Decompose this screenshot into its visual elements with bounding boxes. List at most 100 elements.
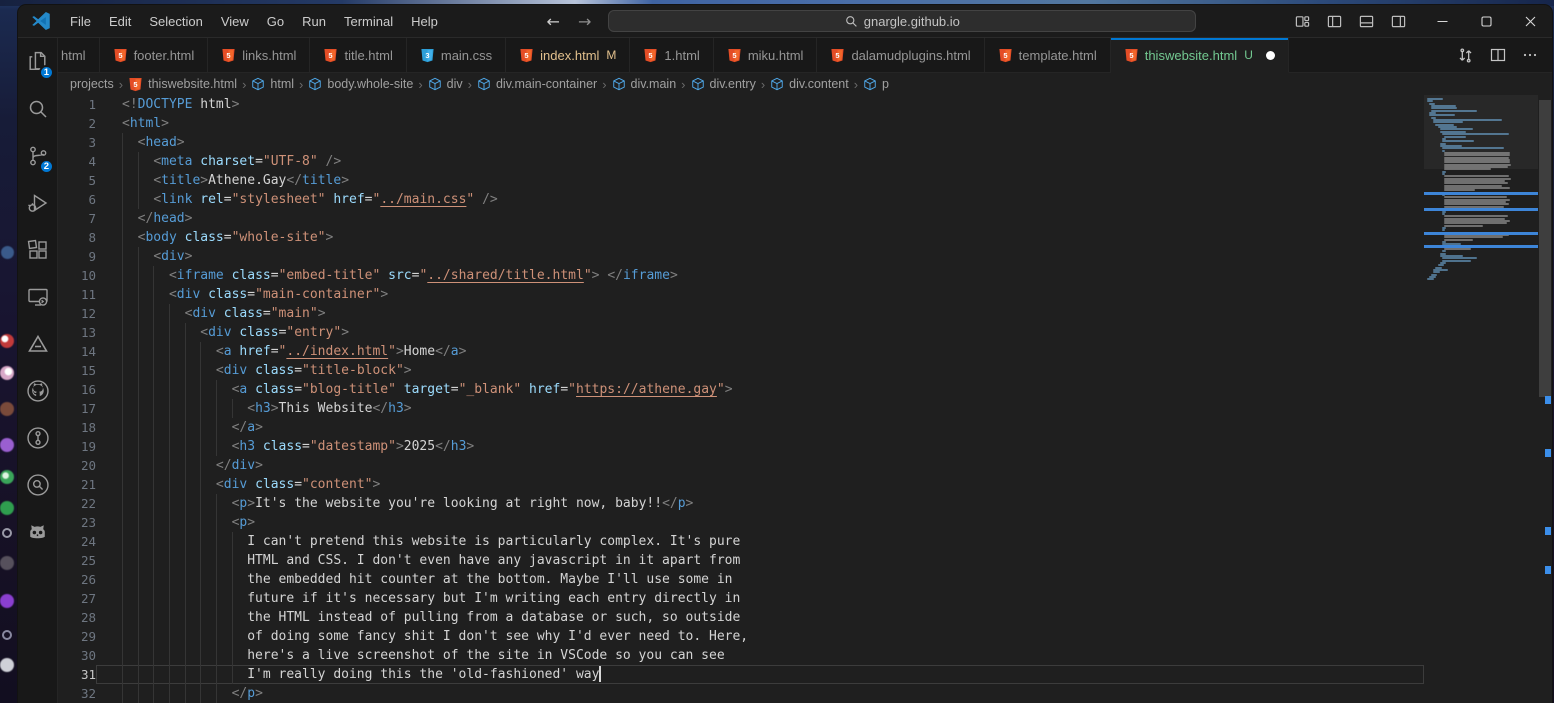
- breadcrumb-item-div.main[interactable]: div.main: [610, 77, 679, 91]
- tab-links.html[interactable]: 5links.html: [208, 38, 310, 72]
- tab-html[interactable]: html: [58, 38, 100, 72]
- editor-scrollbar: [1538, 95, 1552, 703]
- breadcrumb-item-html[interactable]: html: [249, 77, 296, 91]
- command-center-search[interactable]: gnargle.github.io: [608, 10, 1196, 32]
- menu-run[interactable]: Run: [293, 10, 335, 33]
- toggle-panel-icon[interactable]: [1359, 14, 1374, 29]
- tab-label: template.html: [1019, 48, 1097, 63]
- breadcrumb-item-div[interactable]: div: [426, 77, 465, 91]
- code-line-14[interactable]: 14 <a href="../index.html">Home</a>: [58, 342, 1552, 361]
- nav-back-icon[interactable]: ←: [538, 12, 569, 31]
- code-line-24[interactable]: 24 I can't pretend this website is parti…: [58, 532, 1552, 551]
- code-line-6[interactable]: 6 <link rel="stylesheet" href="../main.c…: [58, 190, 1552, 209]
- breadcrumb-item-body.whole-site[interactable]: body.whole-site: [306, 77, 415, 91]
- code-line-2[interactable]: 2<html>: [58, 114, 1552, 133]
- code-line-19[interactable]: 19 <h3 class="datestamp">2025</h3>: [58, 437, 1552, 456]
- tab-main.css[interactable]: 3main.css: [407, 38, 506, 72]
- code-line-5[interactable]: 5 <title>Athene.Gay</title>: [58, 171, 1552, 190]
- breadcrumb-item-div.main-container[interactable]: div.main-container: [475, 77, 599, 91]
- activity-source-control-icon[interactable]: 2: [18, 132, 57, 179]
- git-status-badge: M: [606, 48, 616, 62]
- code-line-27[interactable]: 27 future if it's necessary but I'm writ…: [58, 589, 1552, 608]
- code-editor[interactable]: 1<!DOCTYPE html>2<html>3 <head>4 <meta c…: [58, 95, 1552, 703]
- breadcrumb-item-projects[interactable]: projects: [68, 77, 116, 91]
- code-line-15[interactable]: 15 <div class="title-block">: [58, 361, 1552, 380]
- code-line-20[interactable]: 20 </div>: [58, 456, 1552, 475]
- code-line-30[interactable]: 30 here's a live screenshot of the site …: [58, 646, 1552, 665]
- desktop-icon: [0, 366, 14, 380]
- code-line-12[interactable]: 12 <div class="main">: [58, 304, 1552, 323]
- code-text: I'm really doing this the 'old-fashioned…: [96, 665, 1424, 684]
- code-line-32[interactable]: 32 </p>: [58, 684, 1552, 703]
- menu-edit[interactable]: Edit: [100, 10, 140, 33]
- breadcrumb-item-thiswebsite.html[interactable]: 5thiswebsite.html: [126, 77, 239, 92]
- activity-github-icon[interactable]: [18, 367, 57, 414]
- breadcrumb-item-div.content[interactable]: div.content: [768, 77, 851, 91]
- code-line-21[interactable]: 21 <div class="content">: [58, 475, 1552, 494]
- code-line-16[interactable]: 16 <a class="blog-title" target="_blank"…: [58, 380, 1552, 399]
- code-line-11[interactable]: 11 <div class="main-container">: [58, 285, 1552, 304]
- maximize-button[interactable]: [1464, 5, 1508, 38]
- code-line-9[interactable]: 9 <div>: [58, 247, 1552, 266]
- toggle-sidebar-icon[interactable]: [1327, 14, 1342, 29]
- customize-layout-icon[interactable]: [1295, 14, 1310, 29]
- toggle-secondary-sidebar-icon[interactable]: [1391, 14, 1406, 29]
- open-changes-icon[interactable]: [1457, 47, 1474, 64]
- nav-forward-icon[interactable]: →: [569, 12, 600, 31]
- line-number: 7: [58, 209, 96, 228]
- unsaved-dot-icon[interactable]: [1266, 51, 1275, 60]
- minimize-button[interactable]: [1420, 5, 1464, 38]
- code-line-28[interactable]: 28 the HTML instead of pulling from a da…: [58, 608, 1552, 627]
- tab-miku.html[interactable]: 5miku.html: [714, 38, 818, 72]
- code-line-13[interactable]: 13 <div class="entry">: [58, 323, 1552, 342]
- activity-remote-explorer-icon[interactable]: [18, 273, 57, 320]
- code-line-25[interactable]: 25 HTML and CSS. I don't even have any j…: [58, 551, 1552, 570]
- tab-template.html[interactable]: 5 template.html: [985, 38, 1111, 72]
- html-file-icon: 5: [998, 48, 1013, 63]
- tab-label: index.html: [540, 48, 599, 63]
- activity-extensions-icon[interactable]: [18, 226, 57, 273]
- code-line-23[interactable]: 23 <p>: [58, 513, 1552, 532]
- tab-1.html[interactable]: 51.html: [630, 38, 713, 72]
- menu-file[interactable]: File: [61, 10, 100, 33]
- activity-triangle-extension-icon[interactable]: [18, 320, 57, 367]
- code-line-18[interactable]: 18 </a>: [58, 418, 1552, 437]
- menu-help[interactable]: Help: [402, 10, 447, 33]
- menu-terminal[interactable]: Terminal: [335, 10, 402, 33]
- code-line-7[interactable]: 7 </head>: [58, 209, 1552, 228]
- tab-index.html[interactable]: 5index.htmlM: [506, 38, 630, 72]
- menu-selection[interactable]: Selection: [140, 10, 211, 33]
- breadcrumb-item-div.entry[interactable]: div.entry: [689, 77, 758, 91]
- activity-search-icon[interactable]: [18, 85, 57, 132]
- menu-go[interactable]: Go: [258, 10, 293, 33]
- split-editor-icon[interactable]: [1490, 47, 1506, 63]
- tab-dalamudplugins.html[interactable]: 5dalamudplugins.html: [817, 38, 984, 72]
- code-line-31[interactable]: 31 I'm really doing this the 'old-fashio…: [58, 665, 1552, 684]
- minimap[interactable]: [1424, 95, 1538, 703]
- activity-run-debug-icon[interactable]: [18, 179, 57, 226]
- breadcrumb-item-p[interactable]: p: [861, 77, 891, 91]
- activity-gitlens-search-icon[interactable]: [18, 461, 57, 508]
- code-text: <a class="blog-title" target="_blank" hr…: [96, 380, 1424, 399]
- code-line-3[interactable]: 3 <head>: [58, 133, 1552, 152]
- code-text: <div class="main-container">: [96, 285, 1424, 304]
- activity-explorer-icon[interactable]: 1: [18, 38, 57, 85]
- tab-title.html[interactable]: 5title.html: [310, 38, 406, 72]
- code-line-22[interactable]: 22 <p>It's the website you're looking at…: [58, 494, 1552, 513]
- code-line-10[interactable]: 10 <iframe class="embed-title" src="../s…: [58, 266, 1552, 285]
- code-line-26[interactable]: 26 the embedded hit counter at the botto…: [58, 570, 1552, 589]
- code-line-8[interactable]: 8 <body class="whole-site">: [58, 228, 1552, 247]
- code-line-29[interactable]: 29 of doing some fancy shit I don't see …: [58, 627, 1552, 646]
- menu-view[interactable]: View: [212, 10, 258, 33]
- scrollbar-thumb[interactable]: [1539, 100, 1551, 397]
- tab-footer.html[interactable]: 5footer.html: [100, 38, 209, 72]
- tab-label: title.html: [344, 48, 392, 63]
- more-actions-icon[interactable]: [1522, 47, 1538, 63]
- activity-godot-tools-icon[interactable]: [18, 508, 57, 555]
- code-line-17[interactable]: 17 <h3>This Website</h3>: [58, 399, 1552, 418]
- code-line-1[interactable]: 1<!DOCTYPE html>: [58, 95, 1552, 114]
- close-button[interactable]: [1508, 5, 1552, 38]
- tab-thiswebsite.html[interactable]: 5thiswebsite.htmlU: [1111, 38, 1289, 73]
- activity-gitlens-icon[interactable]: [18, 414, 57, 461]
- code-line-4[interactable]: 4 <meta charset="UTF-8" />: [58, 152, 1552, 171]
